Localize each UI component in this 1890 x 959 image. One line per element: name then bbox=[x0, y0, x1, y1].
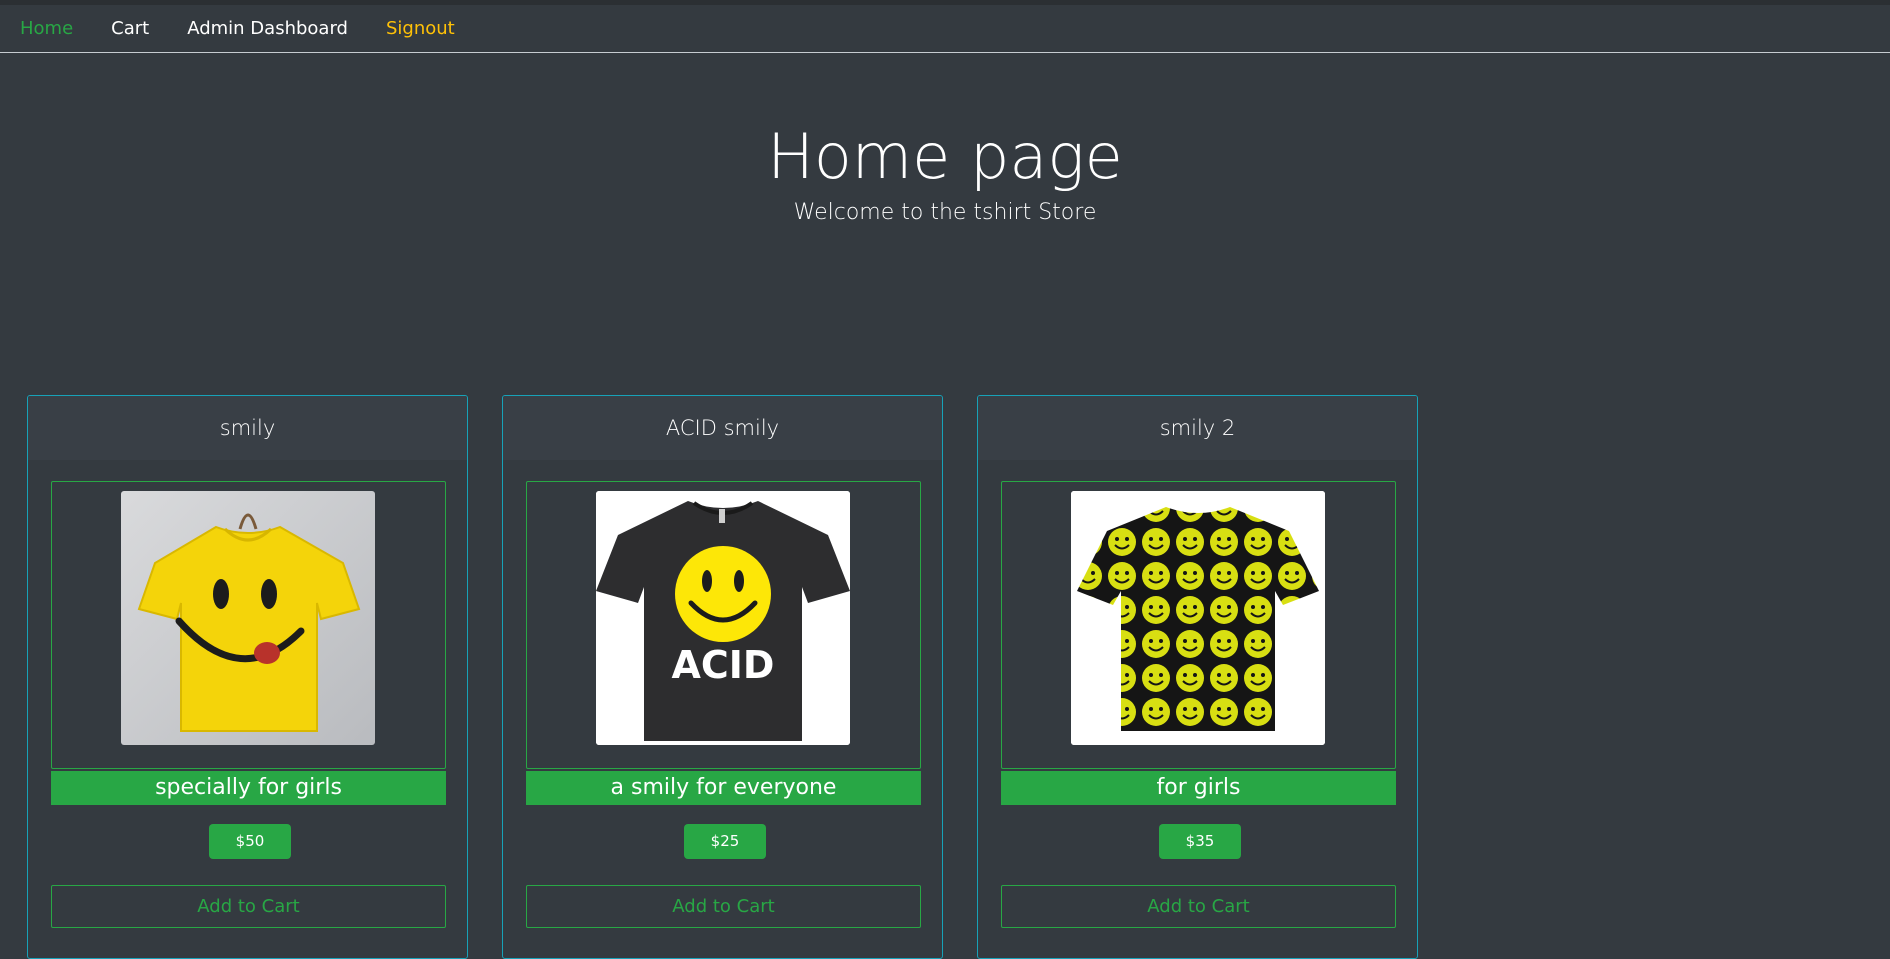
product-title: ACID smily bbox=[503, 396, 942, 460]
price-badge: $35 bbox=[1159, 824, 1241, 859]
product-description: for girls bbox=[1001, 771, 1396, 805]
product-image-frame bbox=[1001, 481, 1396, 769]
add-to-cart-button[interactable]: Add to Cart bbox=[526, 885, 921, 928]
navbar: Home Cart Admin Dashboard Signout bbox=[0, 5, 1890, 53]
product-description: specially for girls bbox=[51, 771, 446, 805]
price-badge: $25 bbox=[684, 824, 766, 859]
smiley-pattern-tshirt-image bbox=[1071, 491, 1325, 745]
product-description: a smily for everyone bbox=[526, 771, 921, 805]
product-card: smily specially for girls $50 Add to Car… bbox=[27, 395, 468, 959]
product-card: smily 2 for girls $35 Add to Cart bbox=[977, 395, 1418, 959]
nav-cart-link[interactable]: Cart bbox=[111, 18, 149, 39]
black-acid-smiley-tshirt-image: ACID bbox=[596, 491, 850, 745]
page-subtitle: Welcome to the tshirt Store bbox=[793, 200, 1097, 226]
nav-admin-dashboard-link[interactable]: Admin Dashboard bbox=[187, 18, 348, 39]
yellow-smiley-tshirt-image bbox=[121, 491, 375, 745]
product-image-frame: ACID bbox=[526, 481, 921, 769]
acid-shirt-print-text: ACID bbox=[672, 643, 775, 687]
product-title: smily 2 bbox=[978, 396, 1417, 460]
nav-signout-link[interactable]: Signout bbox=[386, 18, 455, 39]
price-badge: $50 bbox=[209, 824, 291, 859]
product-image-frame bbox=[51, 481, 446, 769]
nav-home-link[interactable]: Home bbox=[20, 18, 73, 39]
hero: Home page Welcome to the tshirt Store bbox=[0, 120, 1890, 225]
product-card: ACID smily ACID a smily for everyone $25… bbox=[502, 395, 943, 959]
add-to-cart-button[interactable]: Add to Cart bbox=[1001, 885, 1396, 928]
product-title: smily bbox=[28, 396, 467, 460]
page-title: Home page bbox=[767, 120, 1123, 193]
add-to-cart-button[interactable]: Add to Cart bbox=[51, 885, 446, 928]
